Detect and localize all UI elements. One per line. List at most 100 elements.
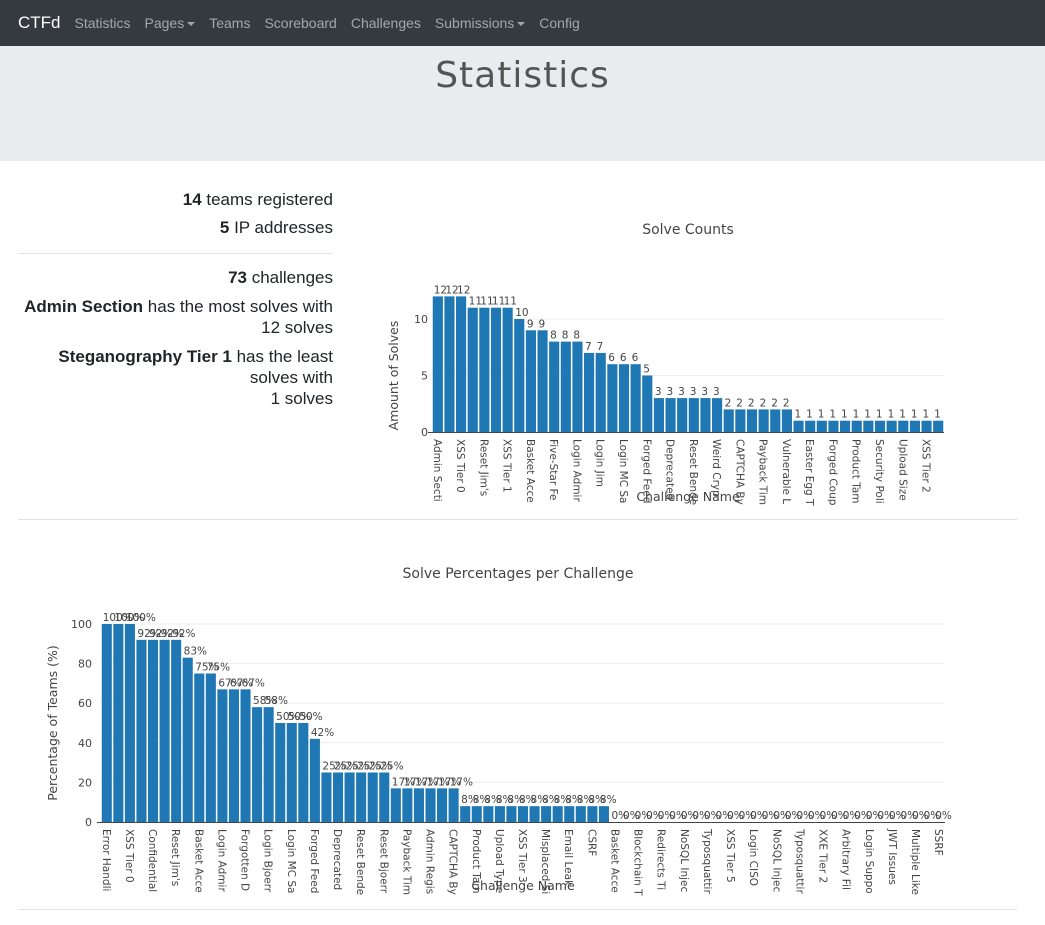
- solve-counts-xtick-label: Vulnerable L: [780, 439, 792, 504]
- solve-percentages-bar: [344, 772, 355, 822]
- solve-counts-bar: [444, 296, 455, 432]
- solve-percentages-bar: [506, 806, 517, 822]
- solve-counts-xtick-label: Security Poli: [873, 439, 885, 504]
- solve-percentages-data-label: 25%: [380, 761, 403, 773]
- solve-percentages-xtick-label: CAPTCHA By: [447, 829, 459, 895]
- solve-percentages-xtick-label: NoSQL Injec: [770, 829, 782, 893]
- solve-percentages-bar: [529, 806, 540, 822]
- solve-percentages-xtick-label: Error Handli: [100, 829, 112, 891]
- solve-counts-data-label: 6: [632, 352, 639, 364]
- solve-percentages-bar: [460, 806, 471, 822]
- solve-counts-bar: [688, 398, 699, 432]
- solve-percentages-data-label: 92%: [172, 628, 195, 640]
- solve-percentages-bar: [367, 772, 378, 822]
- solve-counts-xtick-label: XSS Tier 0: [454, 439, 466, 493]
- solve-counts-bar: [490, 307, 502, 432]
- solve-percentages-bar: [147, 639, 159, 822]
- solve-counts-data-label: 1: [806, 409, 813, 421]
- solve-counts-bar: [933, 420, 944, 432]
- solve-counts-bar: [840, 420, 851, 432]
- solve-percentages-xtick-label: Login MC Sa: [285, 829, 297, 894]
- solve-counts-data-label: 6: [620, 352, 627, 364]
- solve-percentages-bar: [205, 673, 216, 822]
- solve-counts-xtick-label: Five-Star Fe: [547, 439, 559, 500]
- solve-percentages-xlabel: Challenge Name: [471, 878, 575, 893]
- solve-percentages-xtick-label: Login CISO: [747, 829, 759, 886]
- solve-counts-bar: [712, 398, 723, 432]
- solve-percentages-bar: [298, 723, 309, 822]
- solve-counts-bar: [793, 420, 804, 432]
- solve-percentages-bar: [575, 806, 586, 822]
- solve-counts-data-label: 3: [655, 386, 662, 398]
- solve-counts-bar: [479, 307, 490, 432]
- solve-counts-data-label: 11: [504, 296, 517, 308]
- solve-counts-bar: [537, 330, 548, 432]
- solve-percentages-bar: [541, 806, 552, 822]
- solve-counts-xtick-label: Forged Coup: [826, 439, 838, 506]
- solve-percentages-bar: [598, 806, 609, 822]
- solve-counts-bar: [851, 420, 862, 432]
- solve-counts-data-label: 1: [853, 409, 860, 421]
- solve-counts-chart: Solve Counts0510Amount of Solves12Admin …: [45, 222, 952, 896]
- solve-percentages-bar: [587, 806, 598, 822]
- solve-percentages-bar: [263, 707, 274, 822]
- solve-counts-data-label: 1: [794, 409, 801, 421]
- solve-counts-data-label: 1: [841, 409, 848, 421]
- solve-percentages-xtick-label: Payback Tim: [400, 829, 412, 895]
- solve-percentages-xtick-label: Typosquattir: [793, 828, 805, 894]
- solve-counts-bar: [514, 319, 525, 432]
- solve-counts-xtick-label: Login Jim: [594, 439, 606, 487]
- solve-counts-data-label: 10: [515, 307, 528, 319]
- solve-percentages-ytick-label: 20: [78, 776, 92, 789]
- solve-counts-data-label: 1: [934, 409, 941, 421]
- solve-counts-bar: [642, 375, 653, 432]
- solve-counts-xtick-label: Login MC Sa: [617, 439, 629, 504]
- solve-percentages-xtick-label: Arbitrary Fil: [840, 829, 852, 890]
- solve-percentages-xtick-label: Reset Bjoerr: [377, 829, 389, 894]
- solve-percentages-bar: [379, 772, 390, 822]
- solve-counts-xtick-label: Basket Acce: [524, 439, 536, 503]
- solve-counts-xtick-label: Login Admir: [570, 439, 582, 502]
- solve-percentages-data-label: 75%: [207, 662, 230, 674]
- solve-percentages-xtick-label: Login Suppo: [863, 829, 875, 894]
- solve-counts-data-label: 3: [666, 386, 673, 398]
- solve-counts-bar: [735, 409, 746, 432]
- solve-counts-data-label: 1: [899, 409, 906, 421]
- solve-percentages-bar: [390, 788, 401, 822]
- solve-percentages-xtick-label: XSS Tier 0: [123, 829, 135, 883]
- solve-percentages-data-label: 58%: [265, 695, 288, 707]
- solve-counts-ytick-label: 0: [421, 426, 428, 439]
- solve-percentages-ylabel: Percentage of Teams (%): [45, 645, 60, 800]
- solve-counts-data-label: 1: [818, 409, 825, 421]
- section-divider: [18, 519, 1017, 520]
- solve-counts-bar: [816, 420, 827, 432]
- solve-counts-bar: [723, 409, 734, 432]
- solve-percentages-bar: [194, 673, 205, 822]
- solve-percentages-bar: [159, 639, 170, 822]
- solve-percentages-bar: [136, 639, 147, 822]
- solve-counts-data-label: 8: [550, 330, 557, 342]
- solve-percentages-xtick-label: CSRF: [585, 829, 597, 856]
- solve-percentages-bar: [494, 806, 505, 822]
- solve-counts-bar: [560, 341, 571, 432]
- solve-counts-data-label: 2: [748, 397, 755, 409]
- solve-counts-data-label: 6: [608, 352, 615, 364]
- solve-counts-xtick-label: XSS Tier 1: [501, 439, 513, 493]
- solve-percentages-data-label: 100%: [126, 612, 156, 624]
- solve-counts-bar: [525, 330, 536, 432]
- solve-counts-data-label: 1: [864, 409, 871, 421]
- solve-percentages-bar: [182, 657, 193, 822]
- solve-percentages-xtick-label: Basket Acce: [608, 829, 620, 893]
- solve-percentages-xtick-label: Forged Feed: [308, 829, 320, 893]
- solve-percentages-bar: [413, 788, 424, 822]
- solve-counts-data-label: 9: [538, 318, 545, 330]
- solve-percentages-xtick-label: Admin Regis: [424, 829, 436, 894]
- solve-percentages-bar: [101, 624, 112, 822]
- solve-counts-data-label: 3: [678, 386, 685, 398]
- solve-percentages-xtick-label: Reset Bende: [354, 829, 366, 895]
- solve-percentages-xtick-label: Blockchain T: [632, 829, 644, 896]
- solve-counts-xtick-label: Payback Tim: [757, 439, 769, 505]
- solve-counts-ytick-label: 5: [421, 370, 428, 383]
- solve-counts-bar: [572, 341, 583, 432]
- solve-percentages-xtick-label: XSS Tier 5: [724, 829, 736, 883]
